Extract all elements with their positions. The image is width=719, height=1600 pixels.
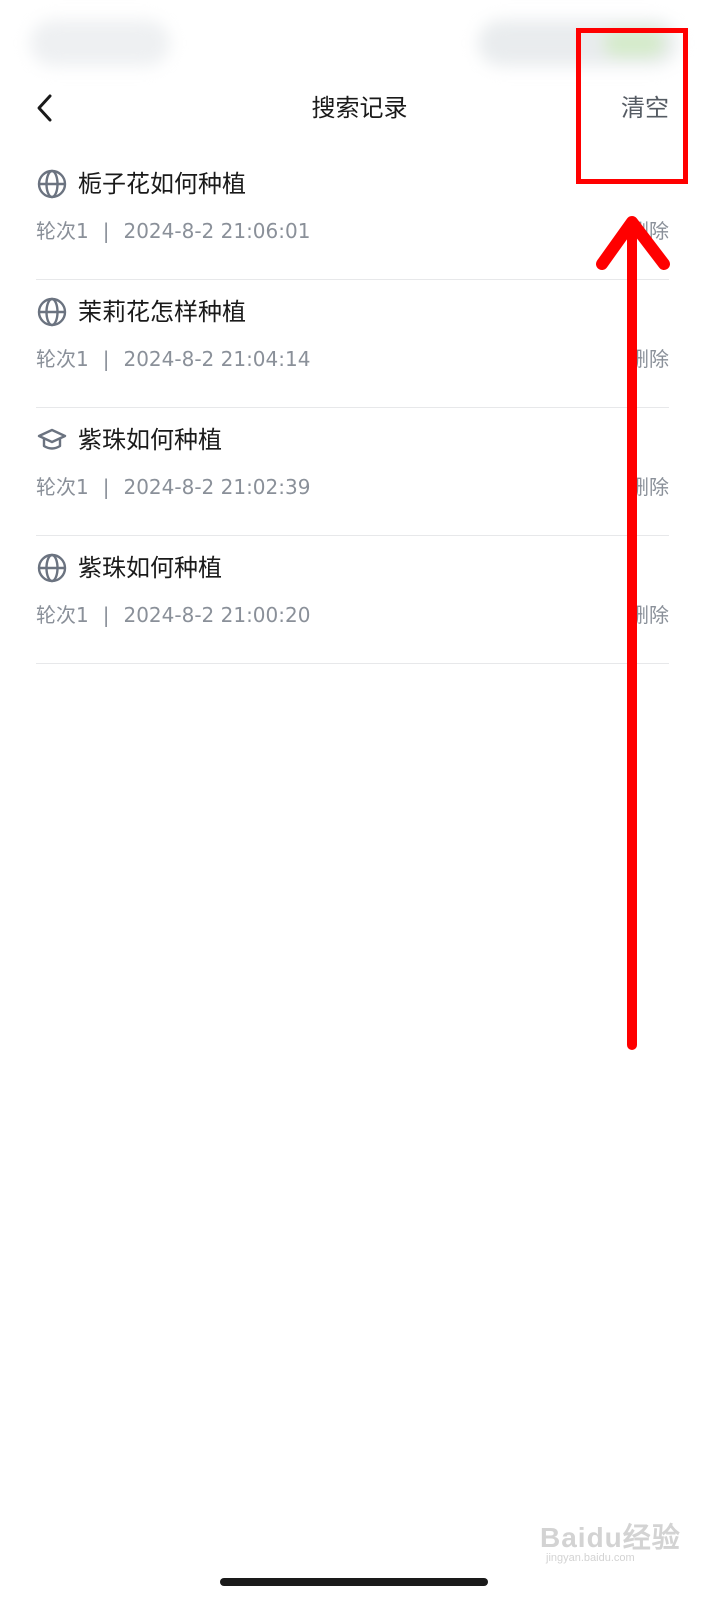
globe-icon: [37, 169, 67, 199]
meta-separator: |: [102, 219, 110, 243]
baidu-watermark: Baidu经验 jingyan.baidu.com: [540, 1498, 690, 1570]
meta-separator: |: [102, 475, 110, 499]
delete-button[interactable]: 删除: [629, 598, 669, 632]
watermark-sub: jingyan.baidu.com: [546, 1552, 635, 1564]
record-title: 紫珠如何种植: [78, 426, 222, 454]
back-button[interactable]: [30, 90, 62, 126]
list-item[interactable]: 茉莉花怎样种植 轮次1 | 2024-8-2 21:04:14 删除: [36, 280, 669, 408]
record-time: 2024-8-2 21:02:39: [123, 475, 311, 499]
record-time: 2024-8-2 21:00:20: [123, 603, 311, 627]
record-meta: 轮次1 | 2024-8-2 21:06:01: [36, 214, 310, 248]
meta-separator: |: [102, 603, 110, 627]
status-bar-left-blurred: [30, 20, 170, 66]
record-title: 茉莉花怎样种植: [78, 298, 246, 326]
delete-button[interactable]: 删除: [629, 470, 669, 504]
list-item[interactable]: 栀子花如何种植 轮次1 | 2024-8-2 21:06:01 删除: [36, 152, 669, 280]
record-meta: 轮次1 | 2024-8-2 21:04:14: [36, 342, 310, 376]
watermark-main: Baidu经验: [540, 1522, 681, 1553]
record-round: 轮次1: [36, 603, 89, 627]
status-bar-right-blurred: [478, 20, 678, 66]
globe-icon: [37, 553, 67, 583]
search-history-list: 栀子花如何种植 轮次1 | 2024-8-2 21:06:01 删除 茉莉花怎样种植…: [36, 152, 669, 664]
record-round: 轮次1: [36, 475, 89, 499]
meta-separator: |: [102, 347, 110, 371]
record-meta: 轮次1 | 2024-8-2 21:00:20: [36, 598, 310, 632]
record-title: 栀子花如何种植: [78, 170, 246, 198]
record-round: 轮次1: [36, 347, 89, 371]
graduation-cap-icon: [37, 428, 67, 450]
record-title: 紫珠如何种植: [78, 554, 222, 582]
record-meta: 轮次1 | 2024-8-2 21:02:39: [36, 470, 310, 504]
chevron-left-icon: [37, 94, 52, 122]
delete-button[interactable]: 删除: [629, 342, 669, 376]
record-time: 2024-8-2 21:04:14: [123, 347, 311, 371]
home-indicator[interactable]: [220, 1578, 488, 1586]
globe-icon: [37, 297, 67, 327]
record-time: 2024-8-2 21:06:01: [123, 219, 311, 243]
list-item[interactable]: 紫珠如何种植 轮次1 | 2024-8-2 21:02:39 删除: [36, 408, 669, 536]
page-title: 搜索记录: [311, 94, 408, 122]
clear-button[interactable]: 清空: [621, 88, 669, 128]
list-item[interactable]: 紫珠如何种植 轮次1 | 2024-8-2 21:00:20 删除: [36, 536, 669, 664]
nav-bar: 搜索记录 清空: [0, 78, 719, 138]
record-round: 轮次1: [36, 219, 89, 243]
delete-button[interactable]: 删除: [629, 214, 669, 248]
